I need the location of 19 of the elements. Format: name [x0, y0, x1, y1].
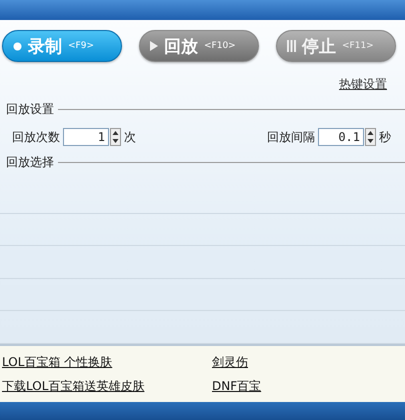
ad-link[interactable]: LOL百宝箱 个性换肤: [2, 354, 112, 368]
hotkey-settings-link[interactable]: 热键设置: [339, 76, 387, 93]
ad-link[interactable]: DNF百宝: [212, 378, 262, 392]
ad-link[interactable]: 下载LOL百宝箱送英雄皮肤: [2, 378, 144, 392]
number-field[interactable]: 0.1: [318, 128, 364, 146]
unit-label: 次: [124, 128, 136, 146]
play-icon: [150, 41, 158, 51]
unit-label: 秒: [379, 128, 391, 146]
section-title: 回放设置: [6, 101, 54, 118]
number-field[interactable]: 1: [63, 128, 109, 146]
section-title: 回放选择: [6, 154, 54, 171]
dot-icon: [13, 42, 22, 50]
field-label: 回放间隔: [267, 128, 315, 146]
ad-link[interactable]: 剑灵伤: [212, 354, 248, 368]
spin-arrows-icon[interactable]: [365, 128, 376, 146]
spin-arrows-icon[interactable]: [110, 128, 121, 146]
field-label: 回放次数: [12, 128, 60, 146]
pause-icon: [287, 40, 296, 52]
play-button[interactable]: 回放 <F10>: [139, 30, 259, 62]
